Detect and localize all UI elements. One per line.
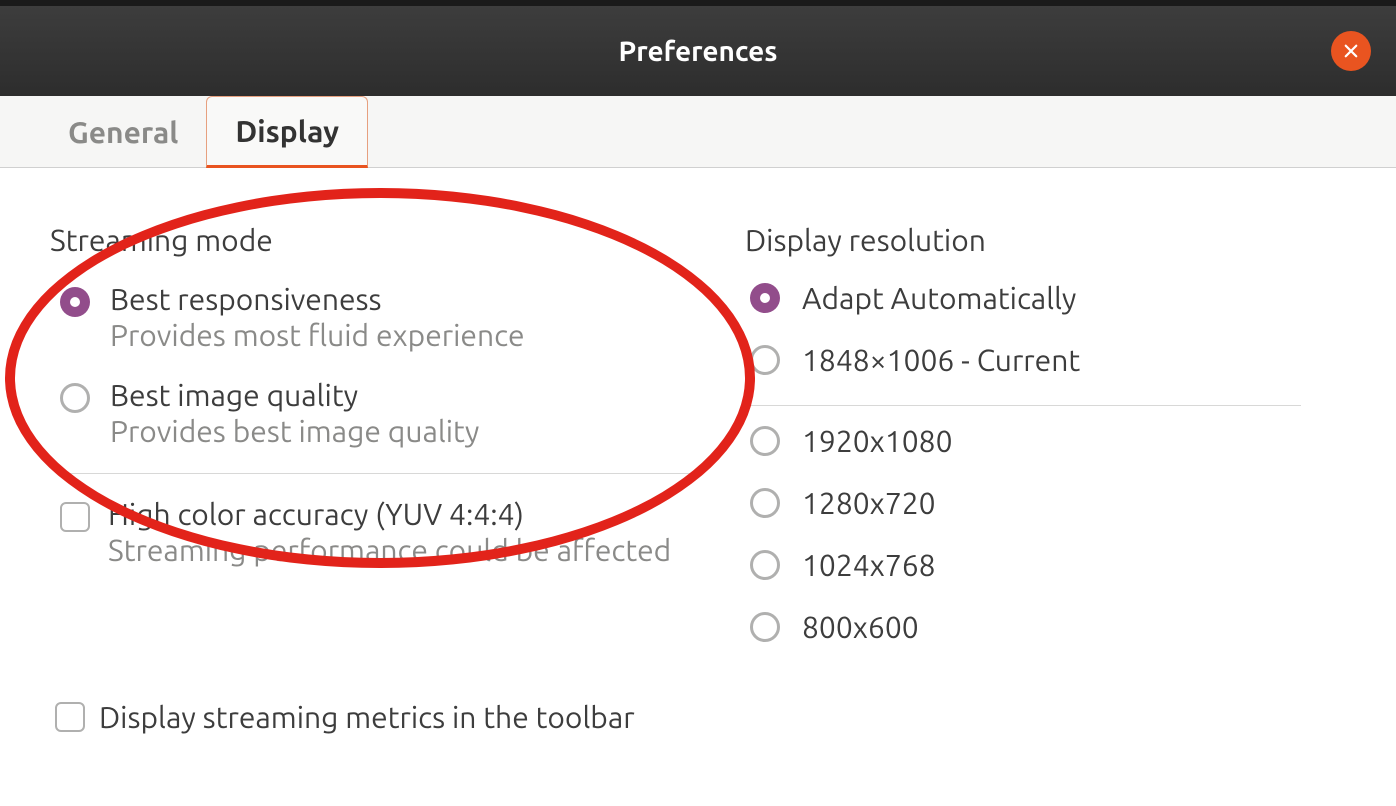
- option-description: Provides best image quality: [110, 413, 479, 449]
- resolution-option[interactable]: 1280x720: [745, 486, 1351, 520]
- option-text: High color accuracy (YUV 4:4:4) Streamin…: [108, 496, 671, 568]
- radio-1920x1080[interactable]: [750, 426, 780, 456]
- streaming-mode-section: Streaming mode Best responsiveness Provi…: [45, 223, 745, 672]
- option-label: Best responsiveness: [110, 281, 525, 317]
- radio-best-responsiveness[interactable]: [60, 287, 90, 317]
- streaming-mode-option[interactable]: Best image quality Provides best image q…: [50, 377, 745, 449]
- option-label: High color accuracy (YUV 4:4:4): [108, 496, 671, 532]
- radio-current[interactable]: [750, 345, 780, 375]
- radio-best-image-quality[interactable]: [60, 383, 90, 413]
- tab-display[interactable]: Display: [206, 96, 368, 168]
- metrics-label: Display streaming metrics in the toolbar: [99, 700, 635, 734]
- display-resolution-section: Display resolution Adapt Automatically 1…: [745, 223, 1351, 672]
- resolution-option[interactable]: Adapt Automatically: [745, 281, 1351, 315]
- resolution-label: Adapt Automatically: [802, 281, 1076, 315]
- display-resolution-title: Display resolution: [745, 223, 1351, 257]
- option-label: Best image quality: [110, 377, 479, 413]
- resolution-label: 1024x768: [802, 548, 936, 582]
- option-description: Provides most fluid experience: [110, 317, 525, 353]
- radio-800x600[interactable]: [750, 612, 780, 642]
- resolution-option[interactable]: 800x600: [745, 610, 1351, 644]
- option-description: Streaming performance could be affected: [108, 532, 671, 568]
- metrics-option[interactable]: Display streaming metrics in the toolbar: [55, 700, 635, 734]
- window-title: Preferences: [619, 36, 778, 67]
- tabs-row: General Display: [0, 96, 1396, 168]
- color-accuracy-option[interactable]: High color accuracy (YUV 4:4:4) Streamin…: [50, 496, 745, 568]
- resolution-option[interactable]: 1848×1006 - Current: [745, 343, 1351, 377]
- resolution-label: 800x600: [802, 610, 919, 644]
- titlebar: Preferences: [0, 0, 1396, 96]
- resolution-option[interactable]: 1024x768: [745, 548, 1351, 582]
- option-text: Best image quality Provides best image q…: [110, 377, 479, 449]
- radio-1280x720[interactable]: [750, 488, 780, 518]
- divider: [58, 473, 695, 474]
- option-text: Best responsiveness Provides most fluid …: [110, 281, 525, 353]
- close-button[interactable]: [1331, 31, 1371, 71]
- radio-adapt-automatically[interactable]: [750, 283, 780, 313]
- resolution-label: 1280x720: [802, 486, 936, 520]
- close-icon: [1342, 42, 1360, 60]
- resolution-label: 1848×1006 - Current: [802, 343, 1080, 377]
- tab-general[interactable]: General: [40, 96, 206, 167]
- checkbox-color-accuracy[interactable]: [60, 502, 90, 532]
- streaming-mode-title: Streaming mode: [50, 223, 745, 257]
- checkbox-metrics[interactable]: [55, 702, 85, 732]
- radio-1024x768[interactable]: [750, 550, 780, 580]
- resolution-option[interactable]: 1920x1080: [745, 424, 1351, 458]
- streaming-mode-option[interactable]: Best responsiveness Provides most fluid …: [50, 281, 745, 353]
- resolution-label: 1920x1080: [802, 424, 953, 458]
- content-area: Streaming mode Best responsiveness Provi…: [0, 168, 1396, 672]
- divider: [747, 405, 1301, 406]
